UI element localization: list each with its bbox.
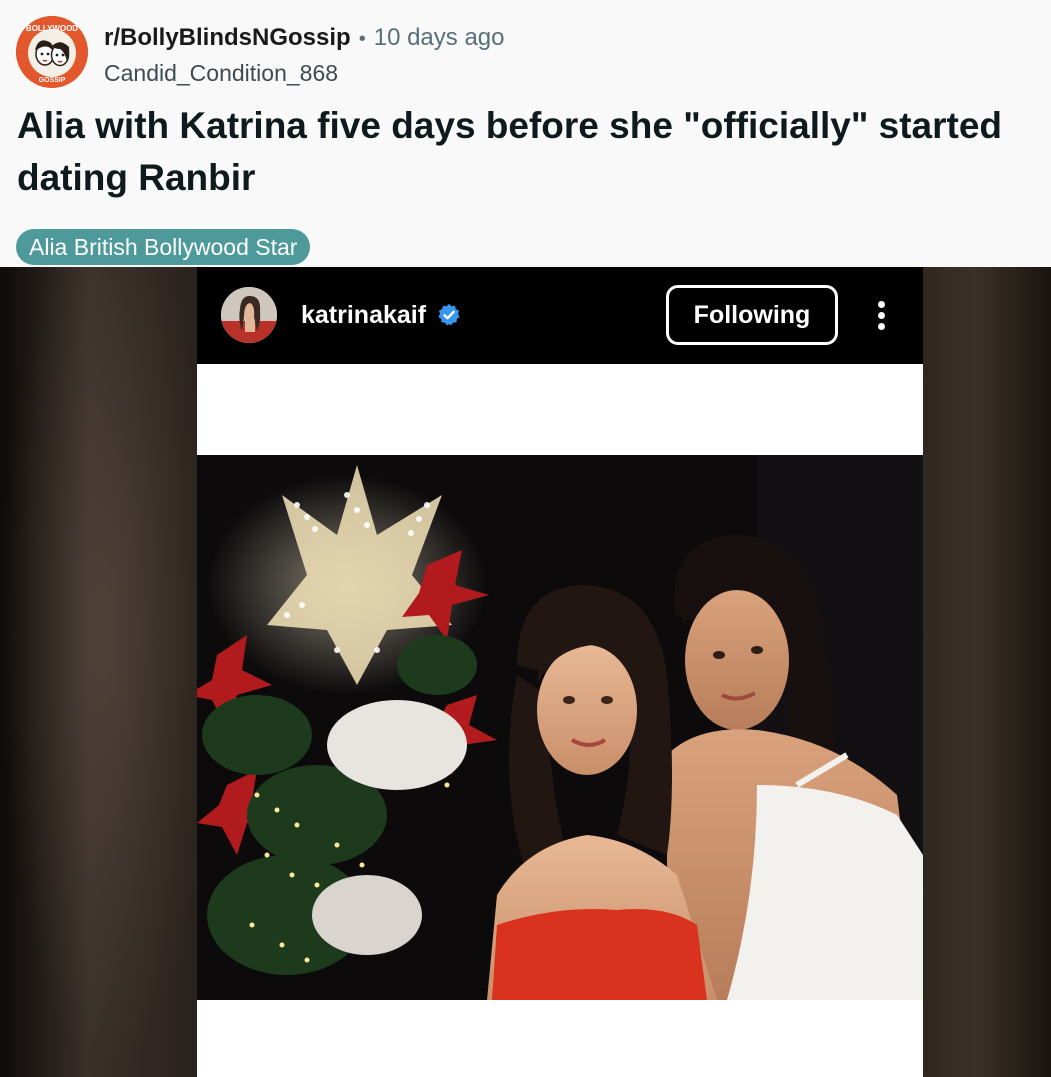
instagram-screenshot: katrinakaif Following <box>197 267 923 1077</box>
profile-photo-icon <box>221 287 277 343</box>
instagram-avatar[interactable] <box>221 287 277 343</box>
logo-text-top: BOLLYWOOD <box>26 24 78 33</box>
reddit-post: BOLLYWOOD GOSSIP r/BollyBlindsNGossip • 10… <box>0 0 1051 1077</box>
post-time: 10 days ago <box>373 24 505 51</box>
author-link[interactable]: Candid_Condition_868 <box>104 57 338 89</box>
post-meta-line: r/BollyBlindsNGossip • 10 days ago <box>104 22 505 55</box>
verified-badge-icon <box>438 304 460 326</box>
instagram-username[interactable]: katrinakaif <box>301 298 426 332</box>
post-photo <box>197 455 923 1000</box>
post-title[interactable]: Alia with Katrina five days before she "… <box>17 100 1037 204</box>
post-flair[interactable]: Alia British Bollywood Star <box>16 229 311 265</box>
media-blur-background-left <box>0 267 197 1077</box>
bollywood-gossip-logo-icon: BOLLYWOOD GOSSIP <box>16 16 88 88</box>
meta-separator: • <box>358 28 366 50</box>
post-media[interactable]: katrinakaif Following <box>0 267 1051 1077</box>
following-button[interactable]: Following <box>666 285 838 345</box>
instagram-header: katrinakaif Following <box>197 267 923 364</box>
post-header: BOLLYWOOD GOSSIP r/BollyBlindsNGossip • 10… <box>0 0 1051 100</box>
logo-text-bottom: GOSSIP <box>39 77 66 84</box>
subreddit-avatar[interactable]: BOLLYWOOD GOSSIP <box>16 16 88 88</box>
photo-illustration <box>197 455 923 1000</box>
media-blur-background-right <box>923 267 1051 1077</box>
subreddit-link[interactable]: r/BollyBlindsNGossip <box>104 24 351 51</box>
more-vertical-icon[interactable] <box>867 297 897 333</box>
